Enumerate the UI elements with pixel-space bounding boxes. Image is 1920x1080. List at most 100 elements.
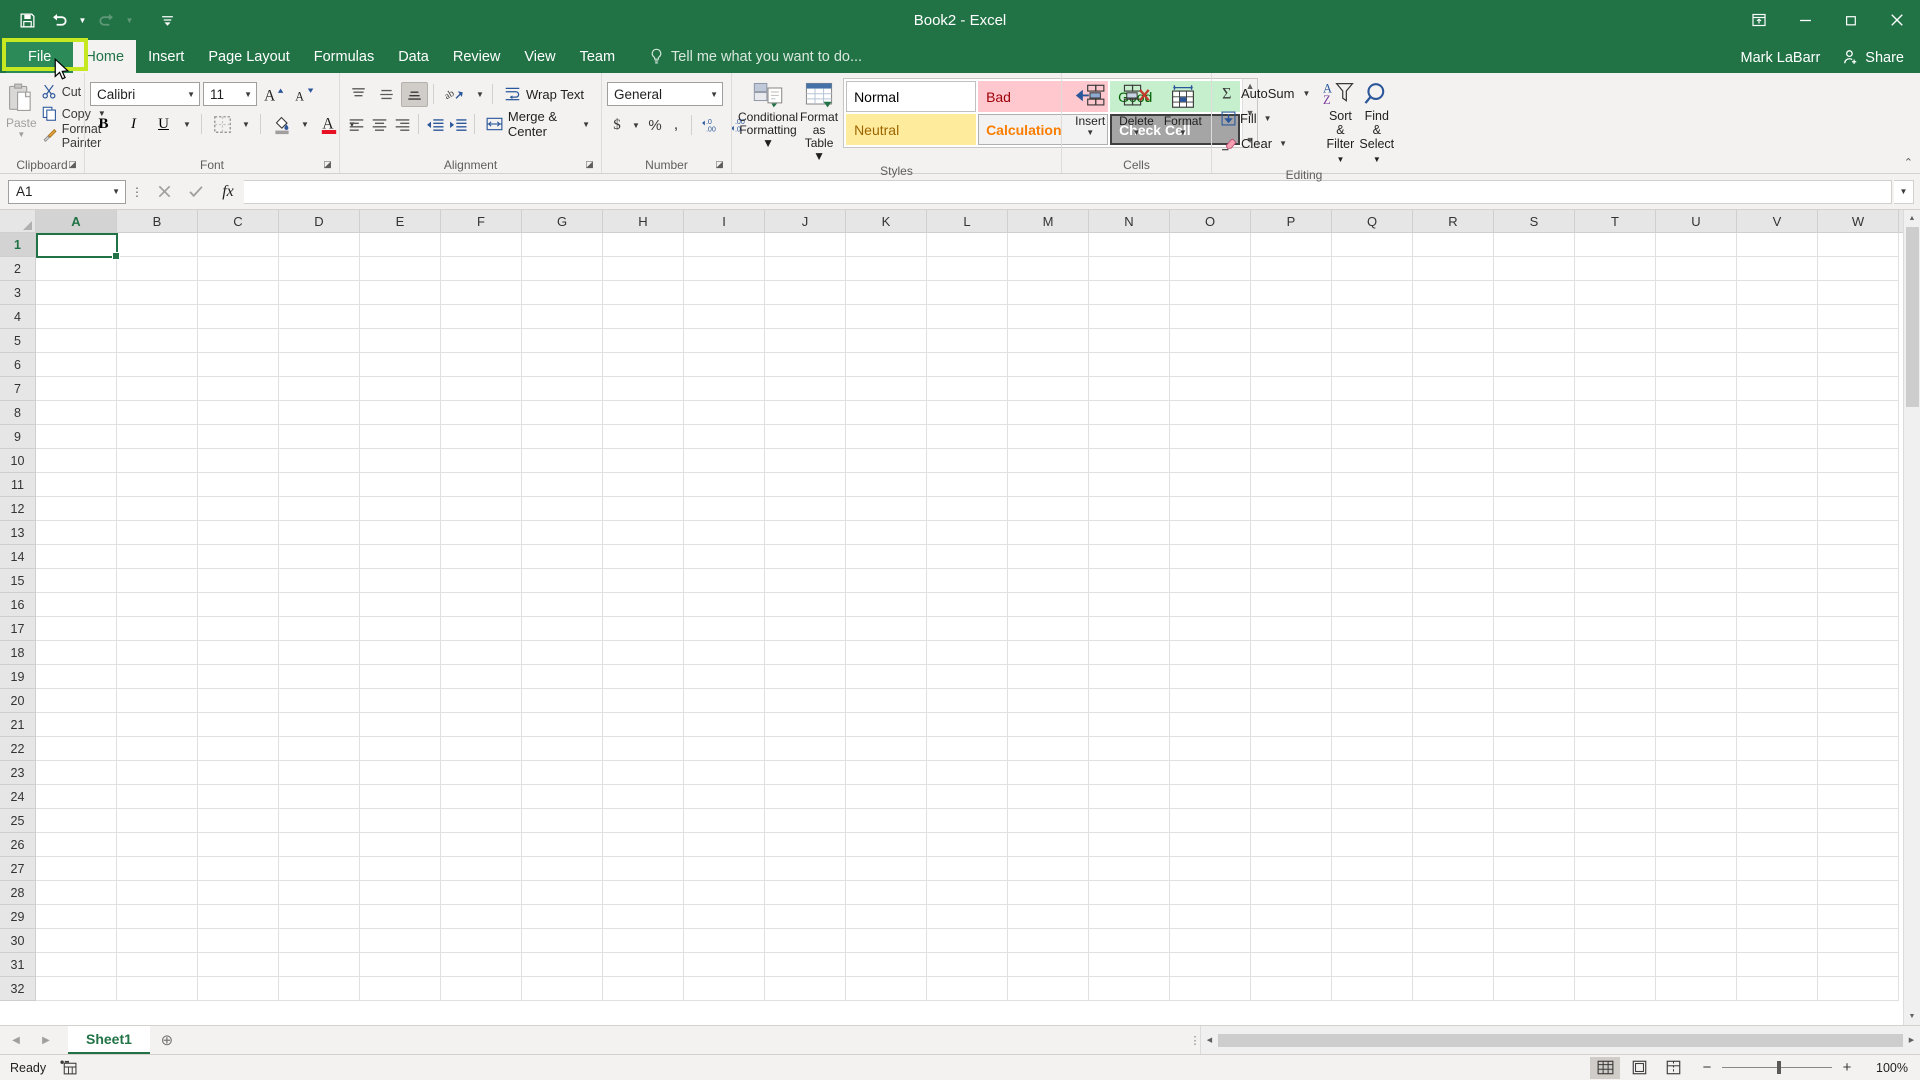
cell-N9[interactable] [1089, 425, 1170, 449]
cell-P18[interactable] [1251, 641, 1332, 665]
cell-M32[interactable] [1008, 977, 1089, 1001]
cell-K18[interactable] [846, 641, 927, 665]
cell-C25[interactable] [198, 809, 279, 833]
cell-P12[interactable] [1251, 497, 1332, 521]
cell-D27[interactable] [279, 857, 360, 881]
cell-E30[interactable] [360, 929, 441, 953]
cell-J28[interactable] [765, 881, 846, 905]
cell-F26[interactable] [441, 833, 522, 857]
row-header-28[interactable]: 28 [0, 881, 36, 905]
cell-A19[interactable] [36, 665, 117, 689]
cell-N20[interactable] [1089, 689, 1170, 713]
cell-Q28[interactable] [1332, 881, 1413, 905]
cell-C7[interactable] [198, 377, 279, 401]
cell-K21[interactable] [846, 713, 927, 737]
cell-C28[interactable] [198, 881, 279, 905]
cell-A20[interactable] [36, 689, 117, 713]
cell-R30[interactable] [1413, 929, 1494, 953]
cell-Q1[interactable] [1332, 233, 1413, 257]
zoom-out-icon[interactable]: − [1700, 1059, 1714, 1076]
cell-C24[interactable] [198, 785, 279, 809]
cell-N21[interactable] [1089, 713, 1170, 737]
row-header-32[interactable]: 32 [0, 977, 36, 1001]
cell-Q31[interactable] [1332, 953, 1413, 977]
cell-O5[interactable] [1170, 329, 1251, 353]
cell-E1[interactable] [360, 233, 441, 257]
add-sheet-icon[interactable]: ⊕ [150, 1026, 184, 1054]
paste-dropdown-icon[interactable]: ▼ [17, 130, 25, 139]
cell-S23[interactable] [1494, 761, 1575, 785]
cell-P17[interactable] [1251, 617, 1332, 641]
column-header-P[interactable]: P [1251, 210, 1332, 232]
cell-G3[interactable] [522, 281, 603, 305]
cell-C5[interactable] [198, 329, 279, 353]
scroll-down-icon[interactable]: ▼ [1904, 1008, 1920, 1025]
cell-R15[interactable] [1413, 569, 1494, 593]
orientation-icon[interactable]: ab [439, 82, 472, 107]
number-format-dropdown-icon[interactable]: ▼ [710, 90, 718, 99]
cell-A32[interactable] [36, 977, 117, 1001]
cell-M1[interactable] [1008, 233, 1089, 257]
cell-D21[interactable] [279, 713, 360, 737]
cell-E3[interactable] [360, 281, 441, 305]
conditional-formatting-button[interactable]: Conditional Formatting ▼ [737, 78, 799, 151]
cell-I2[interactable] [684, 257, 765, 281]
cell-W11[interactable] [1818, 473, 1899, 497]
number-dialog-launcher[interactable]: ◪ [714, 159, 725, 170]
cell-B20[interactable] [117, 689, 198, 713]
cell-F19[interactable] [441, 665, 522, 689]
cell-D7[interactable] [279, 377, 360, 401]
cell-T5[interactable] [1575, 329, 1656, 353]
cell-M25[interactable] [1008, 809, 1089, 833]
cell-M6[interactable] [1008, 353, 1089, 377]
cell-J22[interactable] [765, 737, 846, 761]
cell-V1[interactable] [1737, 233, 1818, 257]
sheet-tab-sheet1[interactable]: Sheet1 [68, 1026, 150, 1054]
cell-I9[interactable] [684, 425, 765, 449]
cell-J13[interactable] [765, 521, 846, 545]
cell-N22[interactable] [1089, 737, 1170, 761]
cell-N8[interactable] [1089, 401, 1170, 425]
column-header-S[interactable]: S [1494, 210, 1575, 232]
cell-U15[interactable] [1656, 569, 1737, 593]
cell-T12[interactable] [1575, 497, 1656, 521]
cell-I26[interactable] [684, 833, 765, 857]
cell-E16[interactable] [360, 593, 441, 617]
cell-E31[interactable] [360, 953, 441, 977]
cell-G32[interactable] [522, 977, 603, 1001]
cell-P19[interactable] [1251, 665, 1332, 689]
cell-K2[interactable] [846, 257, 927, 281]
cell-B5[interactable] [117, 329, 198, 353]
cell-T19[interactable] [1575, 665, 1656, 689]
tab-data[interactable]: Data [386, 40, 441, 73]
cell-F4[interactable] [441, 305, 522, 329]
cell-G17[interactable] [522, 617, 603, 641]
row-header-25[interactable]: 25 [0, 809, 36, 833]
cell-F5[interactable] [441, 329, 522, 353]
row-header-13[interactable]: 13 [0, 521, 36, 545]
cell-R22[interactable] [1413, 737, 1494, 761]
cell-D24[interactable] [279, 785, 360, 809]
cell-grid[interactable] [36, 233, 1903, 1025]
cell-S24[interactable] [1494, 785, 1575, 809]
cell-F22[interactable] [441, 737, 522, 761]
cell-W18[interactable] [1818, 641, 1899, 665]
cell-N27[interactable] [1089, 857, 1170, 881]
cell-F11[interactable] [441, 473, 522, 497]
cell-O18[interactable] [1170, 641, 1251, 665]
cell-I7[interactable] [684, 377, 765, 401]
align-left-icon[interactable] [345, 112, 367, 137]
cell-R11[interactable] [1413, 473, 1494, 497]
cell-F13[interactable] [441, 521, 522, 545]
cell-U5[interactable] [1656, 329, 1737, 353]
cell-I28[interactable] [684, 881, 765, 905]
cell-E27[interactable] [360, 857, 441, 881]
cell-P4[interactable] [1251, 305, 1332, 329]
cell-E15[interactable] [360, 569, 441, 593]
cell-F20[interactable] [441, 689, 522, 713]
cell-V11[interactable] [1737, 473, 1818, 497]
cell-S10[interactable] [1494, 449, 1575, 473]
cell-E9[interactable] [360, 425, 441, 449]
row-header-21[interactable]: 21 [0, 713, 36, 737]
cell-N7[interactable] [1089, 377, 1170, 401]
